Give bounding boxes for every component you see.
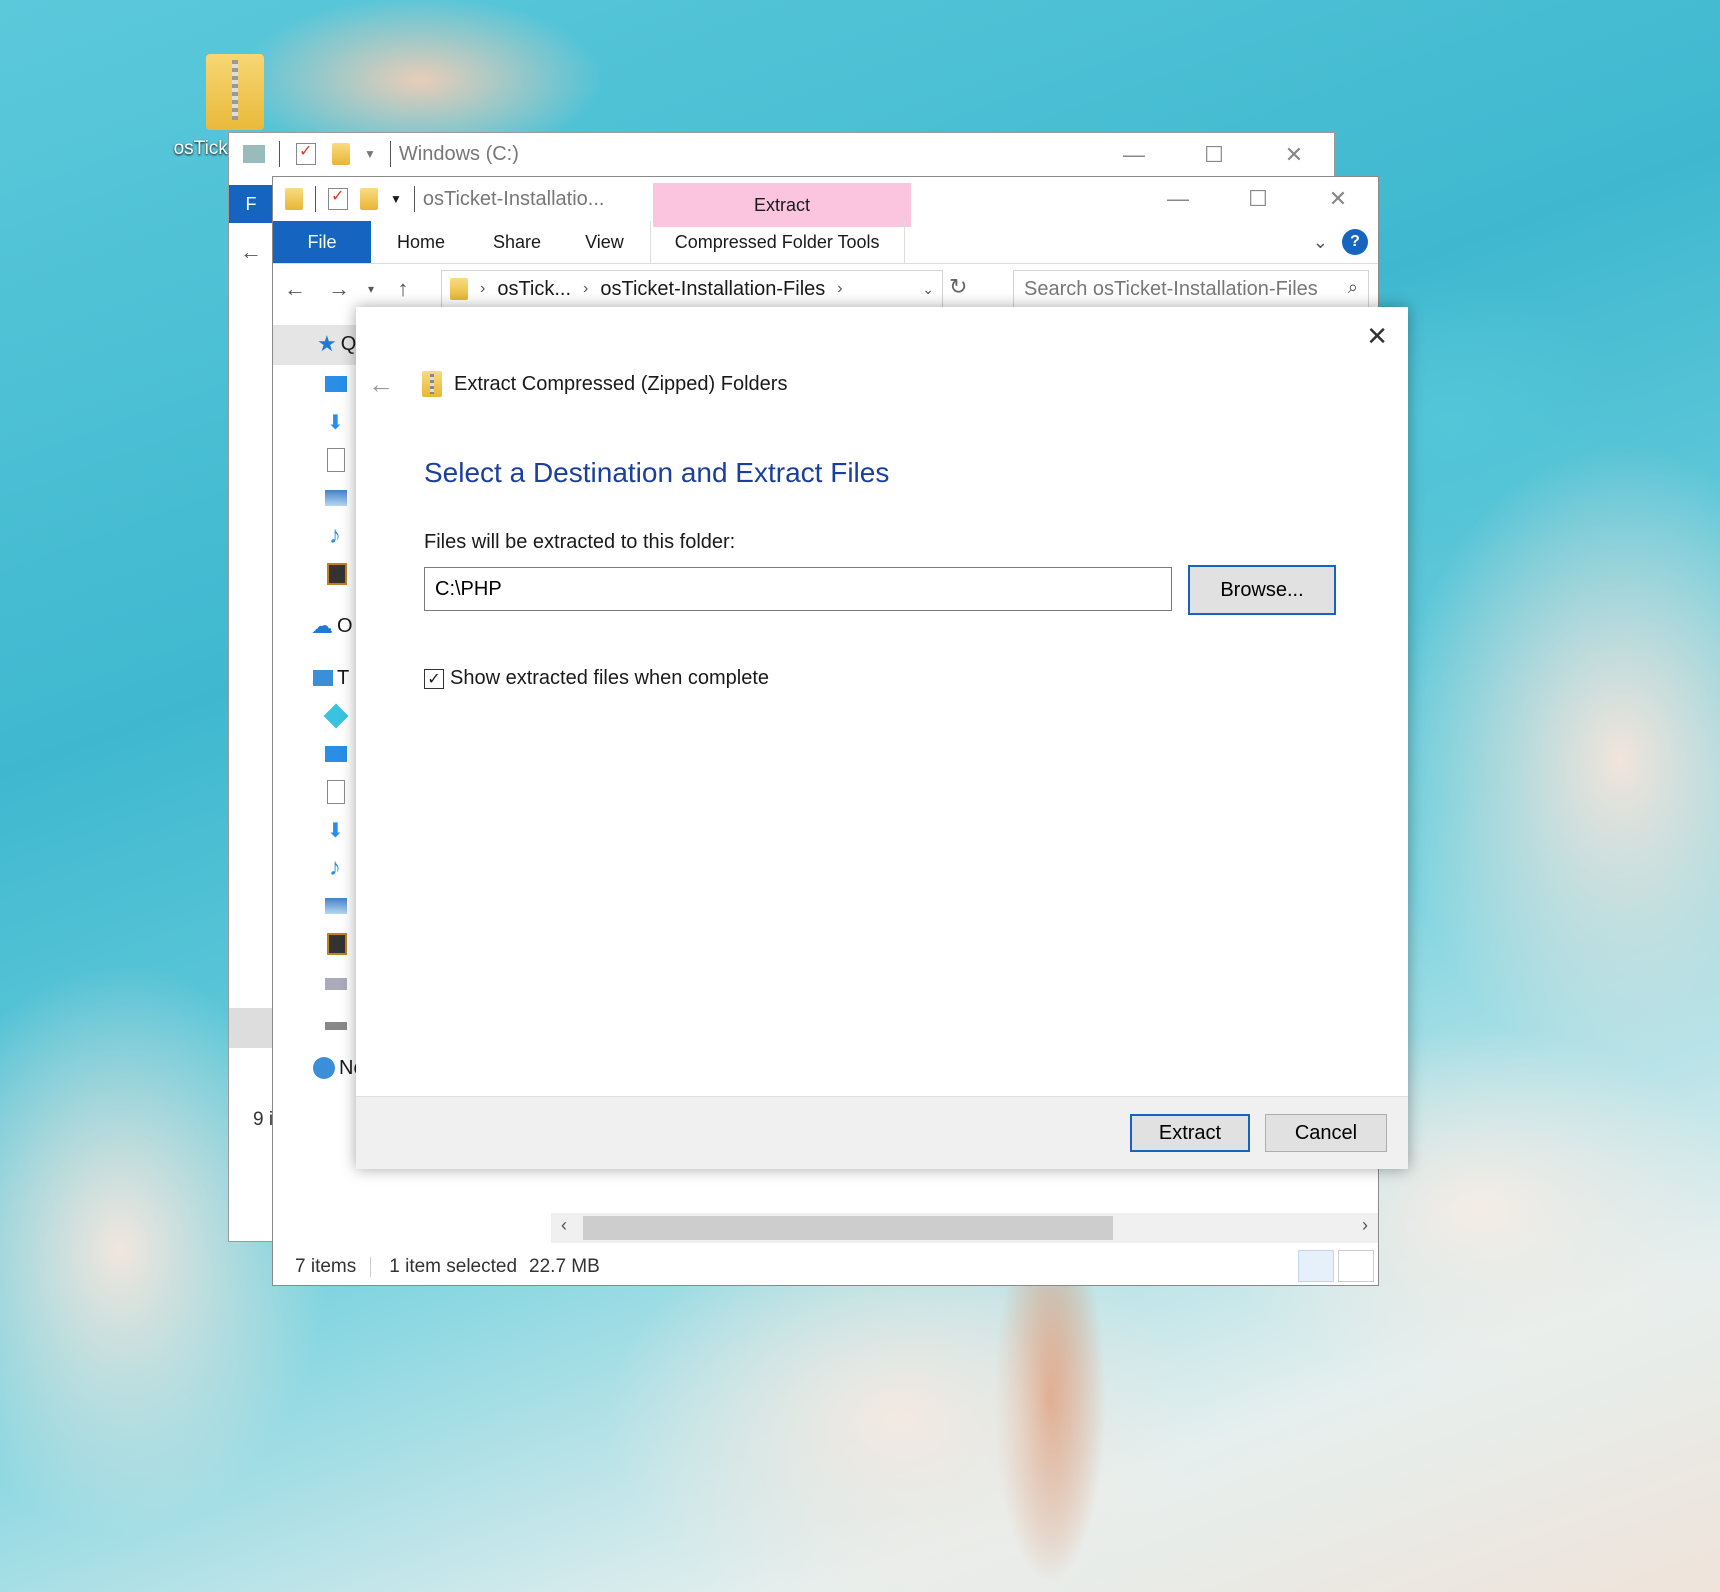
back-minimize-button[interactable]: — [1094, 133, 1174, 177]
nav-onedrive[interactable]: ☁ O [311, 609, 353, 643]
picture-icon [325, 898, 347, 914]
scroll-left-icon[interactable]: ‹ [561, 1215, 567, 1236]
video-icon [327, 933, 347, 955]
zip-folder-icon [422, 371, 442, 397]
details-view-button[interactable] [1298, 1250, 1334, 1282]
dialog-title: Select a Destination and Extract Files [424, 457, 890, 488]
back-window-title: Windows (C:) [398, 142, 519, 165]
zip-folder-icon [206, 54, 264, 130]
desktop-icon [325, 746, 347, 762]
back-nav-selection [229, 1008, 273, 1048]
desktop-icon [325, 376, 347, 392]
dialog-back-arrow-icon[interactable]: ← [368, 369, 394, 400]
customize-dropdown-icon[interactable]: ▼ [364, 147, 376, 161]
music-icon: ♪ [329, 522, 341, 549]
tab-compressed-folder-tools[interactable]: Compressed Folder Tools [649, 221, 905, 263]
close-button[interactable]: ✕ [1298, 177, 1378, 221]
tab-view[interactable]: View [563, 221, 646, 263]
browse-button[interactable]: Browse... [1188, 565, 1336, 615]
search-input[interactable]: Search osTicket-Installation-Files ⌕ [1013, 270, 1369, 308]
breadcrumb-item[interactable]: osTick... [497, 278, 571, 301]
recent-locations-icon[interactable]: ▾ [361, 282, 381, 296]
show-files-checkbox-row[interactable]: ✓ Show extracted files when complete [424, 667, 769, 690]
back-window-titlebar: ▼ Windows (C:) — ☐ ✕ [229, 133, 1334, 175]
show-files-checkbox-label: Show extracted files when complete [450, 667, 770, 689]
item-count: 7 items [295, 1256, 357, 1277]
ribbon-tabs: File Home Share View Compressed Folder T… [273, 221, 1378, 264]
extract-button[interactable]: Extract [1130, 1114, 1250, 1152]
dialog-close-button[interactable]: ✕ [1366, 321, 1388, 352]
status-bar: 7 items 1 item selected 22.7 MB [273, 1249, 1378, 1285]
properties-icon[interactable] [328, 186, 348, 210]
drive-icon [325, 1022, 347, 1030]
search-placeholder: Search osTicket-Installation-Files [1024, 277, 1318, 300]
selection-size: 22.7 MB [529, 1256, 600, 1277]
maximize-button[interactable]: ☐ [1218, 177, 1298, 221]
cancel-button[interactable]: Cancel [1265, 1114, 1387, 1152]
nav-this-pc[interactable]: T [313, 661, 353, 695]
back-status-text: 9 i [253, 1109, 274, 1130]
nav-quick-access[interactable]: ★ Q [317, 327, 357, 361]
new-folder-icon[interactable] [360, 188, 378, 210]
refresh-icon[interactable]: ↻ [949, 274, 967, 300]
dialog-header: Extract Compressed (Zipped) Folders [422, 371, 787, 397]
scroll-right-icon[interactable]: › [1362, 1215, 1368, 1236]
picture-icon [325, 490, 347, 506]
back-arrow-icon[interactable]: ← [273, 276, 317, 302]
drive-icon [243, 145, 265, 163]
forward-arrow-icon[interactable]: → [317, 276, 361, 302]
minimize-button[interactable]: — [1138, 177, 1218, 221]
address-bar[interactable]: › osTick... › osTicket-Installation-File… [441, 270, 943, 308]
show-files-checkbox[interactable]: ✓ [424, 668, 444, 689]
help-icon[interactable]: ? [1342, 229, 1368, 255]
explorer-titlebar: ▼ osTicket-Installatio... Extract — ☐ ✕ [273, 177, 1378, 227]
breadcrumb-item[interactable]: osTicket-Installation-Files [600, 278, 825, 301]
dialog-footer: Extract Cancel [356, 1096, 1408, 1169]
download-icon: ⬇ [327, 411, 344, 434]
back-maximize-button[interactable]: ☐ [1174, 133, 1254, 177]
destination-path-input[interactable] [424, 567, 1172, 611]
address-dropdown-icon[interactable]: ⌄ [922, 281, 934, 298]
explorer-title: osTicket-Installatio... [422, 187, 605, 210]
back-close-button[interactable]: ✕ [1254, 133, 1334, 177]
destination-label: Files will be extracted to this folder: [424, 531, 736, 553]
new-folder-icon[interactable] [332, 143, 350, 165]
tab-home[interactable]: Home [371, 221, 471, 263]
customize-dropdown-icon[interactable]: ▼ [390, 192, 402, 206]
video-icon [327, 563, 347, 585]
tab-share[interactable]: Share [471, 221, 563, 263]
star-icon: ★ [317, 331, 337, 356]
network-icon [313, 1057, 335, 1079]
selection-count: 1 item selected [389, 1256, 518, 1277]
dialog-header-text: Extract Compressed (Zipped) Folders [454, 372, 788, 395]
document-icon [327, 780, 345, 804]
properties-icon[interactable] [296, 141, 316, 165]
folder-icon [285, 188, 303, 210]
music-icon: ♪ [329, 854, 341, 881]
back-file-tab[interactable]: F [229, 185, 273, 223]
folder-icon [450, 278, 468, 300]
document-icon [327, 448, 345, 472]
navigation-pane: ★ Q ⬇ ♪ ☁ O T ⬇ ♪ Network [273, 317, 412, 1197]
scrollbar-thumb[interactable] [583, 1216, 1113, 1240]
search-icon[interactable]: ⌕ [1348, 277, 1358, 298]
cube-icon [323, 703, 349, 729]
back-arrow-icon[interactable]: ← [229, 239, 273, 265]
tab-file[interactable]: File [273, 221, 371, 263]
large-icons-view-button[interactable] [1338, 1250, 1374, 1282]
download-icon: ⬇ [327, 819, 344, 842]
up-arrow-icon[interactable]: ↑ [381, 276, 425, 302]
horizontal-scrollbar[interactable]: ‹ › [551, 1213, 1378, 1243]
expand-ribbon-chevron-icon[interactable]: ⌄ [1313, 232, 1328, 253]
drive-icon [325, 978, 347, 990]
cloud-icon: ☁ [311, 613, 333, 638]
extract-dialog[interactable]: ✕ ← Extract Compressed (Zipped) Folders … [356, 307, 1408, 1169]
computer-icon [313, 670, 333, 686]
